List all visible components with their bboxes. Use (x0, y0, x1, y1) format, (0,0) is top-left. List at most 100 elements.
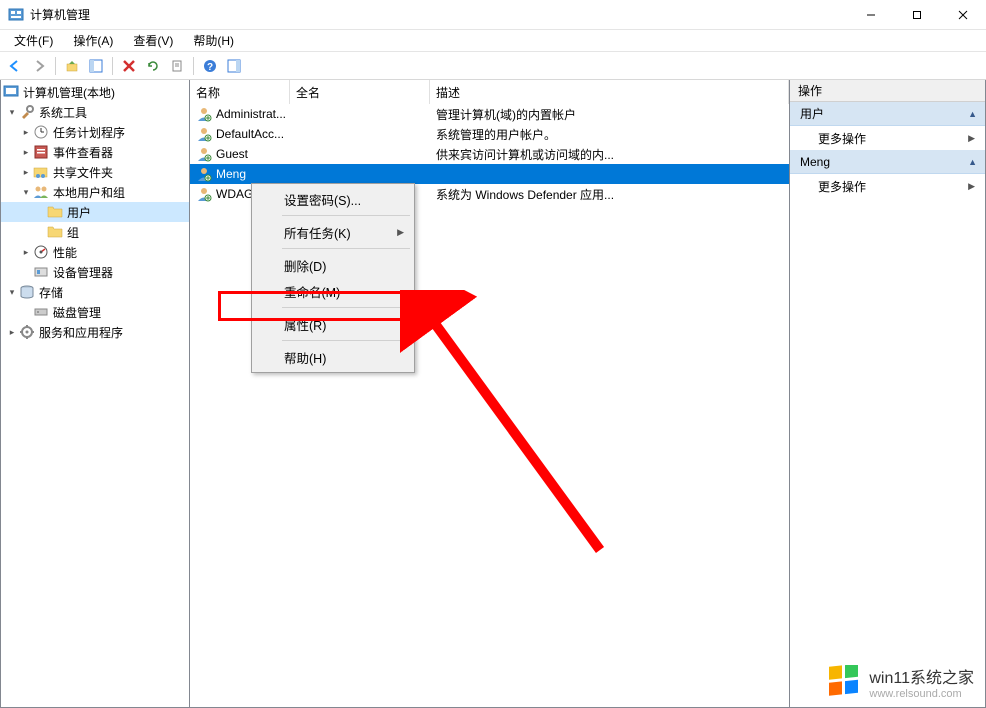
ctx-set-password[interactable]: 设置密码(S)... (254, 186, 412, 212)
chevron-right-icon: ▶ (968, 181, 975, 192)
expand-icon[interactable]: ▸ (19, 127, 33, 138)
actions-group-meng[interactable]: Meng ▲ (790, 150, 985, 174)
tree-label: 磁盘管理 (53, 304, 101, 321)
tree-local-users-groups[interactable]: ▾ 本地用户和组 (1, 182, 189, 202)
tree-label: 服务和应用程序 (39, 324, 123, 341)
action-label: 更多操作 (818, 130, 866, 147)
tree-shared-folders[interactable]: ▸共享文件夹 (1, 162, 189, 182)
expand-icon[interactable]: ▾ (5, 107, 19, 118)
context-menu: 设置密码(S)... 所有任务(K) ▶ 删除(D) 重命名(M) 属性(R) 帮… (251, 183, 415, 373)
tree-task-scheduler[interactable]: ▸ 任务计划程序 (1, 122, 189, 142)
list-pane: 名称 全名 描述 Administrat...管理计算机(域)的内置帐户Defa… (190, 80, 790, 708)
watermark-logo-icon (827, 665, 861, 699)
ctx-label: 所有任务(K) (284, 223, 351, 242)
tree-users[interactable]: 用户 (1, 202, 189, 222)
tree-label: 存储 (39, 284, 63, 301)
ctx-separator (282, 248, 410, 249)
expand-icon[interactable]: ▾ (19, 187, 33, 198)
tree-label: 系统工具 (39, 104, 87, 121)
actions-group-users[interactable]: 用户 ▲ (790, 102, 985, 126)
tree-services-apps[interactable]: ▸ 服务和应用程序 (1, 322, 189, 342)
up-button[interactable] (61, 55, 83, 77)
tree-pane[interactable]: 计算机管理(本地) ▾ 系统工具 ▸ 任务计划程序 ▸事件查看器 ▸共享文件夹 ▾… (0, 80, 190, 708)
tree-groups[interactable]: 组 (1, 222, 189, 242)
help-button[interactable]: ? (199, 55, 221, 77)
disk-icon (33, 304, 49, 320)
actions-group-label: 用户 (800, 105, 824, 122)
tree-label: 用户 (67, 204, 91, 221)
cell-name: Administrat... (190, 106, 290, 122)
expand-icon[interactable]: ▸ (19, 167, 33, 178)
svg-text:?: ? (207, 62, 213, 73)
close-button[interactable] (940, 0, 986, 30)
list-row[interactable]: Meng (190, 164, 789, 184)
tree-device-manager[interactable]: 设备管理器 (1, 262, 189, 282)
toolbar-separator (55, 57, 56, 75)
col-description[interactable]: 描述 (430, 80, 789, 104)
menu-view[interactable]: 查看(V) (123, 30, 183, 51)
expand-icon[interactable]: ▾ (5, 287, 19, 298)
tree-event-viewer[interactable]: ▸事件查看器 (1, 142, 189, 162)
expand-icon[interactable]: ▸ (5, 327, 19, 338)
expand-icon[interactable]: ▸ (19, 247, 33, 258)
folder-icon (47, 224, 63, 240)
action-pane-button[interactable] (223, 55, 245, 77)
minimize-button[interactable] (848, 0, 894, 30)
ctx-label: 删除(D) (284, 256, 326, 275)
ctx-label: 重命名(M) (284, 282, 340, 301)
list-row[interactable]: Administrat...管理计算机(域)的内置帐户 (190, 104, 789, 124)
ctx-label: 设置密码(S)... (284, 190, 361, 209)
clock-icon (33, 124, 49, 140)
ctx-delete[interactable]: 删除(D) (254, 252, 412, 278)
ctx-label: 帮助(H) (284, 348, 326, 367)
toolbar-separator (112, 57, 113, 75)
ctx-help[interactable]: 帮助(H) (254, 344, 412, 370)
app-icon (8, 7, 24, 23)
list-row[interactable]: DefaultAcc...系统管理的用户帐户。 (190, 124, 789, 144)
collapse-icon[interactable]: ▲ (968, 157, 977, 167)
storage-icon (19, 284, 35, 300)
tree-disk-management[interactable]: 磁盘管理 (1, 302, 189, 322)
delete-button[interactable] (118, 55, 140, 77)
submenu-arrow-icon: ▶ (397, 227, 404, 238)
tree-label: 本地用户和组 (53, 184, 125, 201)
watermark-url: www.relsound.com (869, 688, 974, 700)
ctx-all-tasks[interactable]: 所有任务(K) ▶ (254, 219, 412, 245)
ctx-label: 属性(R) (284, 315, 326, 334)
collapse-icon[interactable]: ▲ (968, 109, 977, 119)
col-name[interactable]: 名称 (190, 80, 290, 104)
tree-label: 任务计划程序 (53, 124, 125, 141)
tree-performance[interactable]: ▸性能 (1, 242, 189, 262)
ctx-rename[interactable]: 重命名(M) (254, 278, 412, 304)
ctx-separator (282, 307, 410, 308)
col-fullname[interactable]: 全名 (290, 80, 430, 104)
tree-storage[interactable]: ▾ 存储 (1, 282, 189, 302)
action-more-users[interactable]: 更多操作 ▶ (790, 126, 985, 150)
export-button[interactable] (166, 55, 188, 77)
menu-action[interactable]: 操作(A) (63, 30, 123, 51)
menu-help[interactable]: 帮助(H) (183, 30, 244, 51)
ctx-separator (282, 340, 410, 341)
forward-button[interactable] (28, 55, 50, 77)
refresh-button[interactable] (142, 55, 164, 77)
tree-label: 组 (67, 224, 79, 241)
tree-system-tools[interactable]: ▾ 系统工具 (1, 102, 189, 122)
ctx-properties[interactable]: 属性(R) (254, 311, 412, 337)
cell-name: DefaultAcc... (190, 126, 290, 142)
tree-root[interactable]: 计算机管理(本地) (1, 82, 189, 102)
expand-icon[interactable]: ▸ (19, 147, 33, 158)
action-more-meng[interactable]: 更多操作 ▶ (790, 174, 985, 198)
maximize-button[interactable] (894, 0, 940, 30)
back-button[interactable] (4, 55, 26, 77)
list-row[interactable]: Guest供来宾访问计算机或访问域的内... (190, 144, 789, 164)
toolbar: ? (0, 52, 986, 80)
cell-name: Meng (190, 166, 290, 182)
perf-icon (33, 244, 49, 260)
actions-group-label: Meng (800, 155, 830, 169)
shared-folder-icon (33, 164, 49, 180)
watermark: win11系统之家 www.relsound.com (827, 664, 974, 700)
cell-name: Guest (190, 146, 290, 162)
action-label: 更多操作 (818, 178, 866, 195)
show-hide-tree-button[interactable] (85, 55, 107, 77)
menu-file[interactable]: 文件(F) (4, 30, 63, 51)
